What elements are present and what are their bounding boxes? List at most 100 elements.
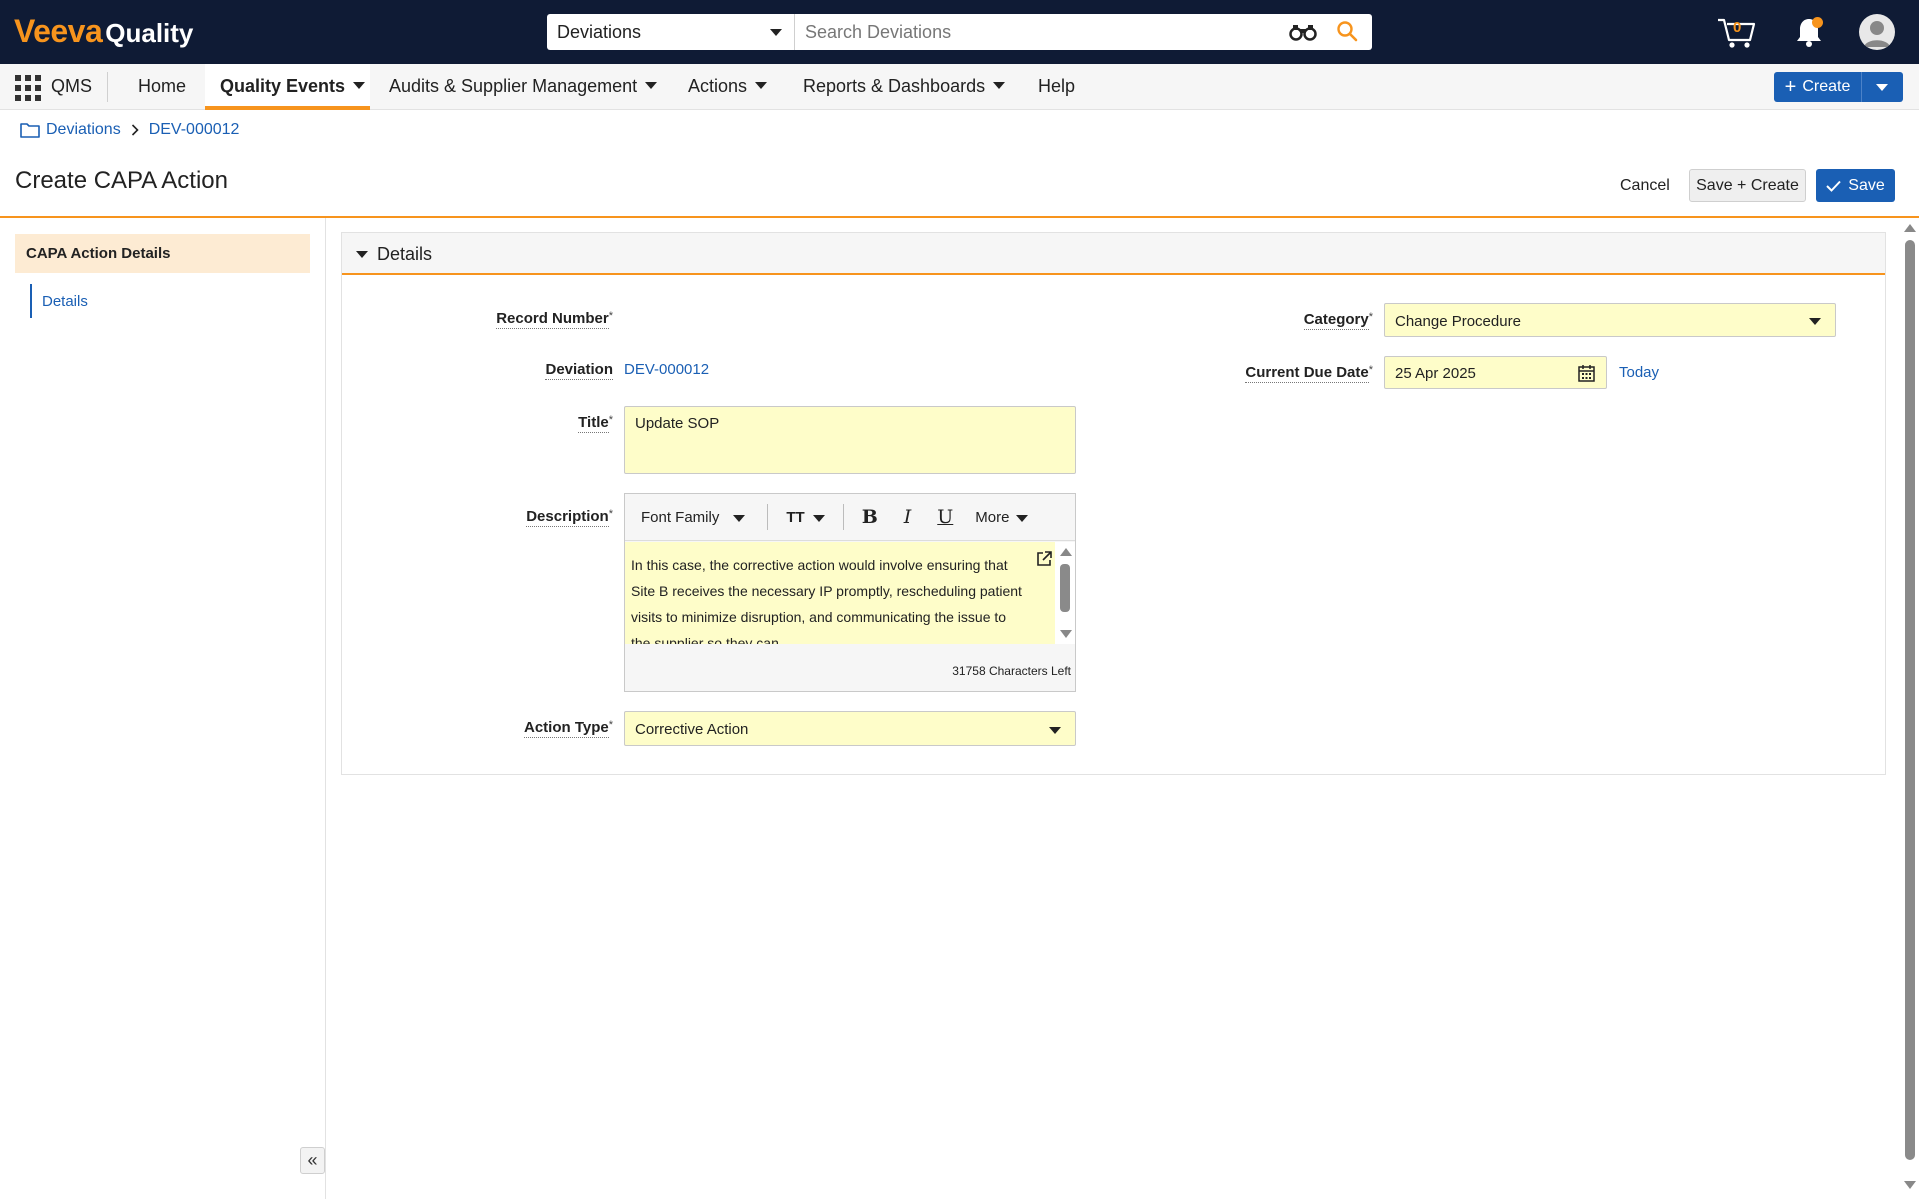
global-search: Deviations xyxy=(547,14,1372,50)
details-section-title: Details xyxy=(377,244,433,264)
nav-reports-dashboards[interactable]: Reports & Dashboards xyxy=(803,76,1006,97)
chevron-down-icon xyxy=(755,81,768,89)
description-label-text: Description xyxy=(526,508,609,527)
main-nav: QMS Home Quality Events Audits & Supplie… xyxy=(0,64,1919,110)
bold-button[interactable]: B xyxy=(862,506,878,528)
create-button[interactable]: + Create xyxy=(1774,72,1862,102)
italic-button[interactable]: I xyxy=(904,506,912,528)
cart-count-badge: 0 xyxy=(1733,19,1742,36)
underline-button[interactable]: U xyxy=(937,506,953,528)
due-date-value: 25 Apr 2025 xyxy=(1395,365,1476,382)
category-label-text: Category xyxy=(1303,311,1369,330)
nav-actions-label: Actions xyxy=(688,76,748,96)
description-text-area[interactable]: In this case, the corrective action woul… xyxy=(625,542,1055,644)
user-icon xyxy=(1864,21,1890,47)
toolbar-divider xyxy=(842,504,844,530)
page-scrollbar[interactable] xyxy=(1901,218,1919,1199)
veeva-quality-logo[interactable]: Veeva Quality xyxy=(14,13,193,51)
scroll-up-arrow-icon xyxy=(1904,224,1916,232)
chevron-down-icon xyxy=(993,81,1006,89)
search-scope-select[interactable]: Deviations xyxy=(547,14,795,50)
collapse-panel-button[interactable]: « xyxy=(300,1147,325,1174)
chevron-down-icon xyxy=(733,514,746,522)
calendar-icon[interactable] xyxy=(1578,364,1595,382)
editor-toolbar: Font Family TT B I U More xyxy=(625,494,1075,541)
chevron-down-icon xyxy=(1876,84,1888,91)
editor-scrollbar[interactable] xyxy=(1055,542,1075,644)
font-size-icon: TT xyxy=(786,508,805,526)
title-field[interactable]: Update SOP xyxy=(624,406,1076,474)
action-type-label-text: Action Type xyxy=(523,719,609,738)
external-link-icon[interactable] xyxy=(1035,550,1053,568)
scroll-down-arrow-icon xyxy=(1060,630,1072,638)
required-marker: * xyxy=(608,310,613,322)
details-section-header[interactable]: Details xyxy=(342,233,1885,275)
create-label: Create xyxy=(1802,78,1851,95)
required-marker: * xyxy=(608,719,613,731)
logo-veeva-text: Veeva xyxy=(14,13,103,49)
binoculars-icon[interactable] xyxy=(1289,23,1317,41)
checkmark-icon xyxy=(1826,180,1841,192)
toolbar-divider xyxy=(767,504,769,530)
title-label-text: Title xyxy=(578,414,609,433)
scroll-thumb[interactable] xyxy=(1060,564,1070,612)
search-icon[interactable] xyxy=(1336,20,1358,42)
deviation-link[interactable]: DEV-000012 xyxy=(624,361,709,378)
chevron-down-icon xyxy=(1809,318,1821,325)
nav-quality-events[interactable]: Quality Events xyxy=(220,76,366,97)
top-bar: Veeva Quality Deviations 0 xyxy=(0,0,1919,64)
title-label: Title* xyxy=(578,414,613,433)
required-marker: * xyxy=(1368,364,1373,376)
folder-icon xyxy=(20,123,40,138)
create-dropdown-button[interactable] xyxy=(1862,72,1903,102)
section-nav-capa-action-details[interactable]: CAPA Action Details xyxy=(15,234,310,273)
section-nav-details-label: Details xyxy=(42,292,88,310)
breadcrumb-record-link[interactable]: DEV-000012 xyxy=(149,121,240,139)
nav-home[interactable]: Home xyxy=(138,76,186,97)
deviation-label: Deviation xyxy=(545,361,613,380)
due-date-label-text: Current Due Date xyxy=(1245,364,1369,383)
save-create-button[interactable]: Save + Create xyxy=(1689,169,1806,202)
chevron-down-icon xyxy=(770,29,782,36)
logo-quality-text: Quality xyxy=(105,18,194,48)
deviation-label-text: Deviation xyxy=(545,361,613,380)
scroll-thumb[interactable] xyxy=(1905,240,1915,1160)
page-title: Create CAPA Action xyxy=(15,167,228,194)
font-family-select[interactable]: Font Family xyxy=(641,509,746,526)
nav-audits-label: Audits & Supplier Management xyxy=(389,76,638,96)
more-label: More xyxy=(975,508,1010,526)
app-name[interactable]: QMS xyxy=(51,76,92,97)
nav-help-label: Help xyxy=(1038,76,1076,96)
chevron-right-icon xyxy=(131,124,139,136)
app-grid-icon[interactable] xyxy=(15,75,41,101)
save-label: Save xyxy=(1848,176,1885,194)
double-chevron-left-icon: « xyxy=(307,1150,318,1170)
more-menu-button[interactable]: More xyxy=(975,508,1029,526)
today-link[interactable]: Today xyxy=(1619,364,1659,381)
action-type-select[interactable]: Corrective Action xyxy=(624,711,1076,746)
action-type-value: Corrective Action xyxy=(635,721,749,738)
current-due-date-label: Current Due Date* xyxy=(1245,364,1373,383)
due-date-input[interactable]: 25 Apr 2025 xyxy=(1384,356,1607,389)
category-select[interactable]: Change Procedure xyxy=(1384,303,1836,337)
breadcrumb-deviations-link[interactable]: Deviations xyxy=(46,121,121,139)
action-type-label: Action Type* xyxy=(523,719,613,738)
section-nav-details-link[interactable]: Details xyxy=(30,284,88,318)
save-create-label: Save + Create xyxy=(1696,176,1799,194)
cancel-button[interactable]: Cancel xyxy=(1620,177,1670,195)
nav-audits-supplier[interactable]: Audits & Supplier Management xyxy=(389,76,658,97)
required-marker: * xyxy=(1368,311,1373,323)
font-size-select[interactable]: TT xyxy=(786,508,825,526)
nav-help[interactable]: Help xyxy=(1038,76,1075,97)
description-editor: Font Family TT B I U More In this case, … xyxy=(624,493,1076,692)
search-input[interactable] xyxy=(795,14,1372,50)
section-nav-label: CAPA Action Details xyxy=(26,245,171,262)
scroll-down-arrow-icon xyxy=(1904,1181,1916,1189)
chevron-down-icon xyxy=(353,81,366,89)
nav-actions[interactable]: Actions xyxy=(688,76,768,97)
section-nav-panel: CAPA Action Details Details « xyxy=(0,218,326,1199)
avatar[interactable] xyxy=(1859,14,1895,50)
save-button[interactable]: Save xyxy=(1816,169,1895,202)
notification-dot xyxy=(1812,17,1823,28)
chevron-down-icon xyxy=(812,514,825,522)
